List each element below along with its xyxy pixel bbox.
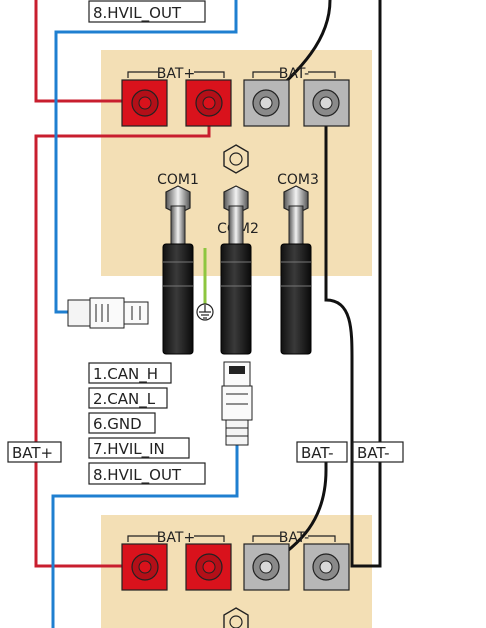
bat-minus-terminal-1-bottom bbox=[243, 543, 290, 591]
hvil-out-box-top: 8.HVIL_OUT bbox=[88, 0, 206, 23]
hex-nut-top bbox=[223, 144, 249, 174]
bat-plus-terminal-2-bottom bbox=[185, 543, 232, 591]
com3-label: COM3 bbox=[277, 172, 319, 188]
bat-minus-cable-label-2: BAT- bbox=[357, 444, 390, 462]
pin-label-can-h: 1.CAN_H bbox=[93, 365, 158, 384]
rj45-plug-middle bbox=[221, 361, 253, 446]
bat-plus-terminal-1-top bbox=[121, 79, 168, 127]
bat-plus-cable-tag: BAT+ bbox=[7, 441, 62, 463]
bat-plus-terminal-1-bottom bbox=[121, 543, 168, 591]
ground-icon bbox=[196, 303, 214, 321]
hvil-out-label-top: 8.HVIL_OUT bbox=[93, 4, 182, 23]
bat-minus-cable-tag-1: BAT- bbox=[296, 441, 348, 463]
bat-minus-cable-tag-2: BAT- bbox=[352, 441, 404, 463]
pin-label-gnd: 6.GND bbox=[93, 415, 142, 433]
pin-label-hvil-out: 8.HVIL_OUT bbox=[93, 466, 182, 485]
pin-label-can-l: 2.CAN_L bbox=[93, 390, 156, 409]
wiring-diagram: 8.HVIL_OUT BAT+ BAT- COM1 COM2 COM3 bbox=[7, 0, 404, 628]
bat-minus-terminal-2-top bbox=[303, 79, 350, 127]
bat-plus-cable-label: BAT+ bbox=[12, 444, 53, 462]
rj45-plug-left bbox=[67, 297, 149, 329]
can-pinout: 1.CAN_H 2.CAN_L 6.GND 7.HVIL_IN 8.HVIL_O… bbox=[88, 362, 206, 485]
pin-label-hvil-in: 7.HVIL_IN bbox=[93, 440, 165, 459]
bat-minus-terminal-2-bottom bbox=[303, 543, 350, 591]
bat-minus-terminal-1-top bbox=[243, 79, 290, 127]
bat-plus-terminal-2-top bbox=[185, 79, 232, 127]
bat-minus-cable-label-1: BAT- bbox=[301, 444, 334, 462]
